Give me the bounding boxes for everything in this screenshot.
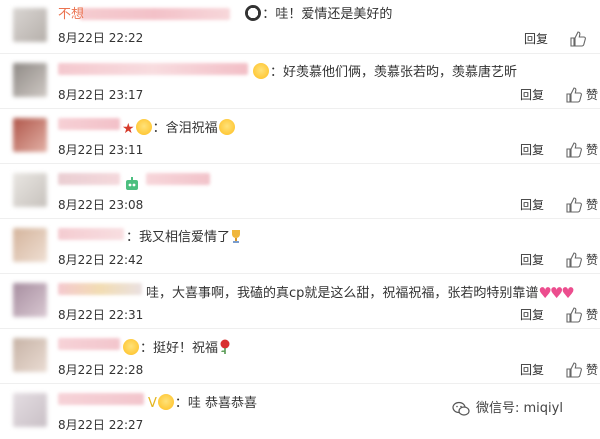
- comment-line: ：好羡慕他们俩，羡慕张若昀，羡慕唐艺昕: [252, 63, 517, 82]
- comment-text: 哇 恭喜恭喜: [187, 396, 258, 411]
- like-label[interactable]: 赞: [586, 307, 598, 323]
- avatar[interactable]: [13, 173, 47, 207]
- panda-emoji-icon: [245, 5, 262, 21]
- username-blurred[interactable]: [58, 173, 120, 185]
- username-blurred[interactable]: [58, 393, 144, 405]
- star-icon: ★: [122, 121, 135, 137]
- comment-row: 8月22日 23:08 回复 赞: [0, 165, 600, 219]
- comment-list: 不想 ：哇！爱情还是美好的 8月22日 22:22 回复 ：好羡慕他们俩，羡慕张…: [0, 0, 600, 437]
- avatar[interactable]: [13, 63, 47, 97]
- username-blurred[interactable]: [58, 228, 124, 240]
- username-blurred[interactable]: [146, 173, 210, 185]
- comment-time: 8月22日 23:17: [58, 88, 144, 102]
- reply-button[interactable]: 回复: [520, 307, 544, 323]
- wechat-icon: [452, 401, 470, 417]
- like-label[interactable]: 赞: [586, 252, 598, 268]
- comment-line: ：挺好！祝福: [122, 339, 232, 358]
- reply-button[interactable]: 回复: [520, 362, 544, 378]
- avatar[interactable]: [13, 283, 47, 317]
- like-label[interactable]: 赞: [586, 142, 598, 158]
- badge-icon: V: [148, 396, 157, 411]
- username-blurred[interactable]: [58, 118, 120, 130]
- comment-time: 8月22日 22:28: [58, 363, 144, 377]
- username-blurred[interactable]: [58, 63, 248, 75]
- comment-text: 哇，大喜事啊，我磕的真cp就是这么甜，祝福祝福，张若昀特别靠谱: [146, 286, 539, 301]
- comment-time: 8月22日 22:42: [58, 253, 144, 267]
- comment-line: ：我又相信爱情了: [126, 229, 242, 247]
- comment-line: 不想 ：哇！爱情还是美好的: [58, 5, 393, 22]
- reply-button[interactable]: 回复: [520, 197, 544, 213]
- thumbs-up-icon[interactable]: [566, 252, 582, 268]
- like-label[interactable]: 赞: [586, 87, 598, 103]
- comment-time: 8月22日 22:27: [58, 418, 144, 432]
- comment-row: ★ ：含泪祝福 8月22日 23:11 回复 赞: [0, 110, 600, 164]
- avatar[interactable]: [13, 118, 47, 152]
- reply-button[interactable]: 回复: [520, 252, 544, 268]
- username-blurred[interactable]: [58, 338, 120, 350]
- tears-emoji-icon: [218, 119, 235, 135]
- avatar[interactable]: [13, 338, 47, 372]
- thumbs-up-icon[interactable]: [566, 197, 582, 213]
- comment-row: 哇，大喜事啊，我磕的真cp就是这么甜，祝福祝福，张若昀特别靠谱♥♥♥ 8月22日…: [0, 275, 600, 329]
- comment-time: 8月22日 22:31: [58, 308, 144, 322]
- username[interactable]: 不想: [58, 7, 84, 22]
- thumbs-up-icon[interactable]: [566, 142, 582, 158]
- thumbs-up-icon[interactable]: [566, 87, 582, 103]
- comment-text: 哇！爱情还是美好的: [275, 7, 393, 22]
- reply-button[interactable]: 回复: [524, 31, 548, 47]
- rose-emoji-icon: [218, 339, 232, 355]
- comment-row: ：挺好！祝福 8月22日 22:28 回复 赞: [0, 330, 600, 384]
- avatar[interactable]: [13, 8, 47, 42]
- trophy-emoji-icon: [230, 229, 242, 244]
- smile-emoji-icon: [123, 339, 139, 355]
- comment-time: 8月22日 23:08: [58, 198, 144, 212]
- reply-button[interactable]: 回复: [520, 87, 544, 103]
- comment-text: 我又相信爱情了: [139, 230, 231, 245]
- smile-emoji-icon: [135, 119, 152, 135]
- comment-line: 哇，大喜事啊，我磕的真cp就是这么甜，祝福祝福，张若昀特别靠谱♥♥♥: [146, 284, 575, 303]
- comment-time: 8月22日 22:22: [58, 31, 144, 45]
- thumbs-up-icon[interactable]: [570, 31, 586, 47]
- comment-time: 8月22日 23:11: [58, 143, 144, 157]
- wechat-id-label: 微信号: miqiyl: [476, 401, 563, 416]
- like-label[interactable]: 赞: [586, 362, 598, 378]
- avatar[interactable]: [13, 393, 47, 427]
- comment-row: ：好羡慕他们俩，羡慕张若昀，羡慕唐艺昕 8月22日 23:17 回复 赞: [0, 55, 600, 109]
- reply-button[interactable]: 回复: [520, 142, 544, 158]
- comment-text: 挺好！祝福: [153, 341, 219, 356]
- username-blurred[interactable]: [58, 283, 142, 295]
- comment-text: 含泪祝福: [165, 121, 218, 136]
- robot-emoji-icon: [124, 176, 140, 190]
- like-label[interactable]: 赞: [586, 197, 598, 213]
- smile-emoji-icon: [157, 394, 174, 410]
- smile-emoji-icon: [253, 63, 269, 79]
- thumbs-up-icon[interactable]: [566, 307, 582, 323]
- comment-line: V ：哇 恭喜恭喜: [148, 394, 258, 411]
- wechat-watermark: 微信号: miqiyl: [452, 398, 600, 420]
- heart-emoji-icon: ♥♥♥: [538, 284, 574, 302]
- comment-text: 好羡慕他们俩，羡慕张若昀，羡慕唐艺昕: [283, 65, 518, 80]
- comment-row: ：我又相信爱情了 8月22日 22:42 回复 赞: [0, 220, 600, 274]
- comment-row: 不想 ：哇！爱情还是美好的 8月22日 22:22 回复: [0, 0, 600, 54]
- thumbs-up-icon[interactable]: [566, 362, 582, 378]
- avatar[interactable]: [13, 228, 47, 262]
- comment-line: ★ ：含泪祝福: [122, 119, 236, 138]
